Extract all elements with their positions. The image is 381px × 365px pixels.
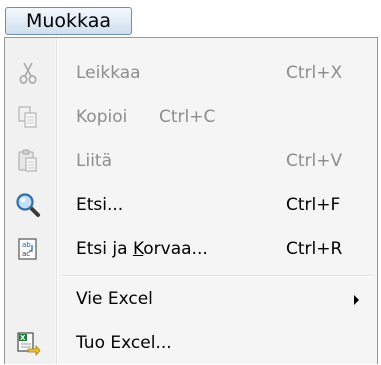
magnifier-icon xyxy=(16,193,40,217)
menu-item-label: Liitä xyxy=(76,151,113,171)
scissors-icon xyxy=(19,62,37,84)
menu-item-label: Vie Excel xyxy=(76,289,153,309)
menu-item-label: Etsi ja Korvaa... xyxy=(76,227,208,271)
submenu-arrow-icon xyxy=(354,295,359,305)
menu-item-label: Kopioi xyxy=(76,107,128,127)
menu-item-shortcut: Ctrl+R xyxy=(286,239,343,259)
label-part: Etsi ja xyxy=(76,239,133,259)
menu-item-shortcut: Ctrl+V xyxy=(286,151,343,171)
menu-item-label: Etsi... xyxy=(76,195,124,215)
svg-text:ab: ab xyxy=(22,241,31,249)
menu-item-find-replace[interactable]: ab ac Etsi ja Korvaa... Ctrl+R xyxy=(7,227,375,271)
menu-item-import-excel[interactable]: X Tuo Excel... xyxy=(7,321,375,365)
menu-item-shortcut: Ctrl+C xyxy=(159,107,216,127)
menu-item-paste[interactable]: Liitä Ctrl+V xyxy=(7,139,375,183)
menu-item-label: Leikkaa xyxy=(76,63,141,83)
menu-item-label: Tuo Excel... xyxy=(76,333,172,353)
replace-icon: ab ac xyxy=(18,238,37,260)
label-part: orvaa... xyxy=(143,239,208,259)
menu-item-shortcut: Ctrl+F xyxy=(286,195,341,215)
menu-item-cut[interactable]: Leikkaa Ctrl+X xyxy=(7,51,375,95)
mnemonic-underline: K xyxy=(132,239,144,259)
paste-icon xyxy=(18,149,37,172)
menu-item-shortcut: Ctrl+X xyxy=(286,63,343,83)
copy-icon xyxy=(18,106,37,128)
excel-import-icon: X xyxy=(17,332,41,356)
edit-menu-dropdown: Leikkaa Ctrl+X Kopioi Ctrl+C Liitä Ctrl+… xyxy=(4,37,378,364)
menu-item-find[interactable]: Etsi... Ctrl+F xyxy=(7,183,375,227)
menu-item-copy[interactable]: Kopioi Ctrl+C xyxy=(7,95,375,139)
svg-text:X: X xyxy=(20,334,26,342)
menu-title-muokkaa[interactable]: Muokkaa xyxy=(5,7,132,35)
menu-item-export-excel[interactable]: Vie Excel xyxy=(7,277,375,321)
